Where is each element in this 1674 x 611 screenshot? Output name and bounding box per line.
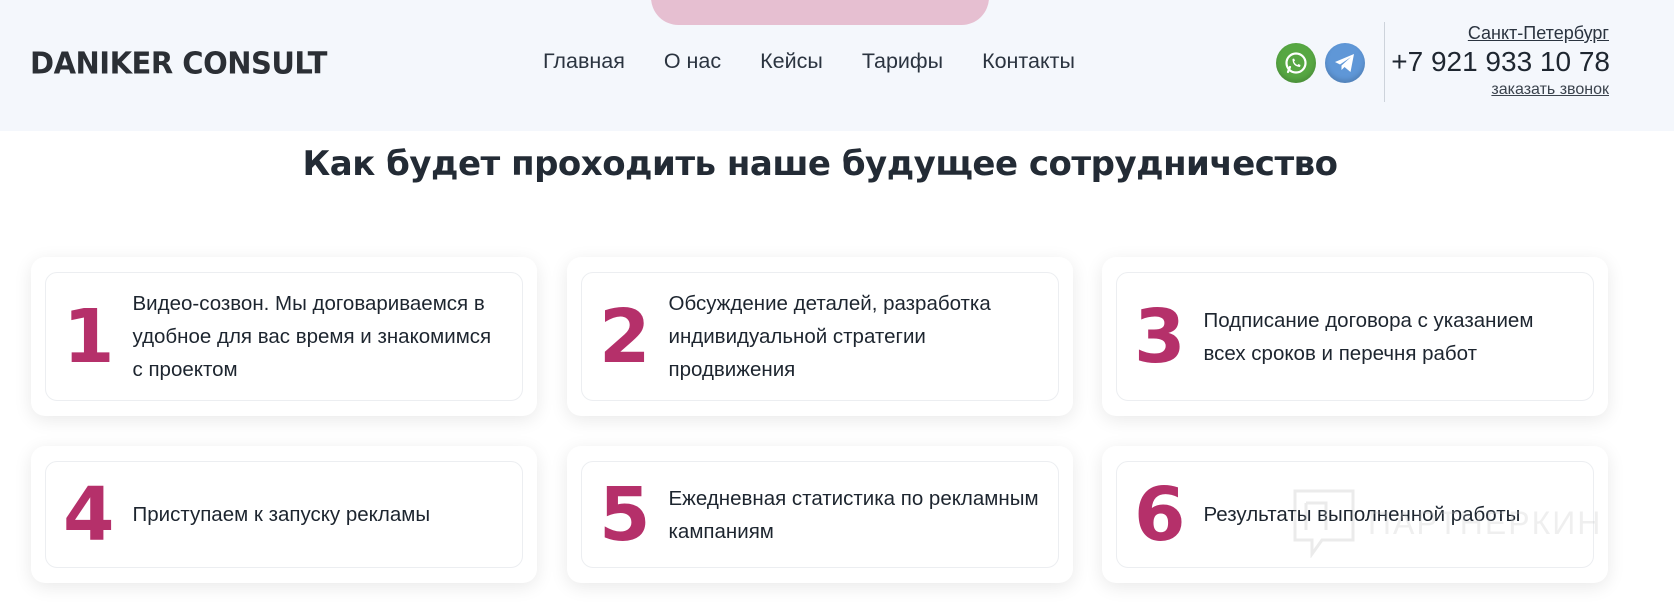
step-card-inner: 4 Приступаем к запуску рекламы [45, 461, 523, 568]
step-card-inner: 5 Ежедневная статистика по рекламным кам… [581, 461, 1059, 568]
step-card-inner: 3 Подписание договора с указанием всех с… [1116, 272, 1594, 401]
step-number: 4 [63, 471, 115, 558]
step-number: 1 [63, 293, 115, 380]
callback-link[interactable]: заказать звонок [1491, 81, 1609, 99]
whatsapp-icon[interactable] [1276, 43, 1316, 83]
watermark-icon [1293, 489, 1355, 558]
step-card-3: 3 Подписание договора с указанием всех с… [1102, 257, 1608, 416]
nav-item-home[interactable]: Главная [543, 49, 625, 74]
step-number: 2 [599, 293, 651, 380]
step-card-inner: 1 Видео-созвон. Мы договариваемся в удоб… [45, 272, 523, 401]
main-nav: Главная О нас Кейсы Тарифы Контакты [543, 49, 1114, 74]
step-card-5: 5 Ежедневная статистика по рекламным кам… [567, 446, 1073, 583]
step-number: 3 [1134, 293, 1186, 380]
step-card-2: 2 Обсуждение деталей, разработка индивид… [567, 257, 1073, 416]
step-text: Ежедневная статистика по рекламным кампа… [668, 486, 1039, 543]
nav-item-about[interactable]: О нас [664, 49, 721, 74]
watermark: ПАРТНЕРКИН [1292, 488, 1602, 558]
logo[interactable]: DANIKER CONSULT [30, 45, 327, 81]
phone-number[interactable]: +7 921 933 10 78 [1391, 46, 1610, 78]
telegram-icon[interactable] [1325, 43, 1365, 83]
city-link[interactable]: Санкт-Петербург [1468, 23, 1609, 44]
nav-item-contacts[interactable]: Контакты [982, 49, 1075, 74]
header-divider [1384, 22, 1385, 102]
step-text: Приступаем к запуску рекламы [132, 503, 431, 526]
nav-item-tariffs[interactable]: Тарифы [862, 49, 943, 74]
step-number: 5 [599, 471, 651, 558]
step-text: Обсуждение деталей, разработка индивидуа… [668, 292, 991, 381]
step-card-1: 1 Видео-созвон. Мы договариваемся в удоб… [31, 257, 537, 416]
step-text: Подписание договора с указанием всех сро… [1203, 308, 1534, 365]
site-header: DANIKER CONSULT Главная О нас Кейсы Тари… [0, 0, 1674, 131]
nav-item-cases[interactable]: Кейсы [760, 49, 823, 74]
top-banner-pill[interactable] [651, 0, 989, 25]
step-text: Видео-созвон. Мы договариваемся в удобно… [132, 292, 492, 381]
step-card-inner: 2 Обсуждение деталей, разработка индивид… [581, 272, 1059, 401]
step-number: 6 [1134, 471, 1186, 558]
step-card-4: 4 Приступаем к запуску рекламы [31, 446, 537, 583]
watermark-text: ПАРТНЕРКИН [1368, 504, 1603, 541]
section-title: Как будет проходить наше будущее сотрудн… [302, 144, 1338, 184]
